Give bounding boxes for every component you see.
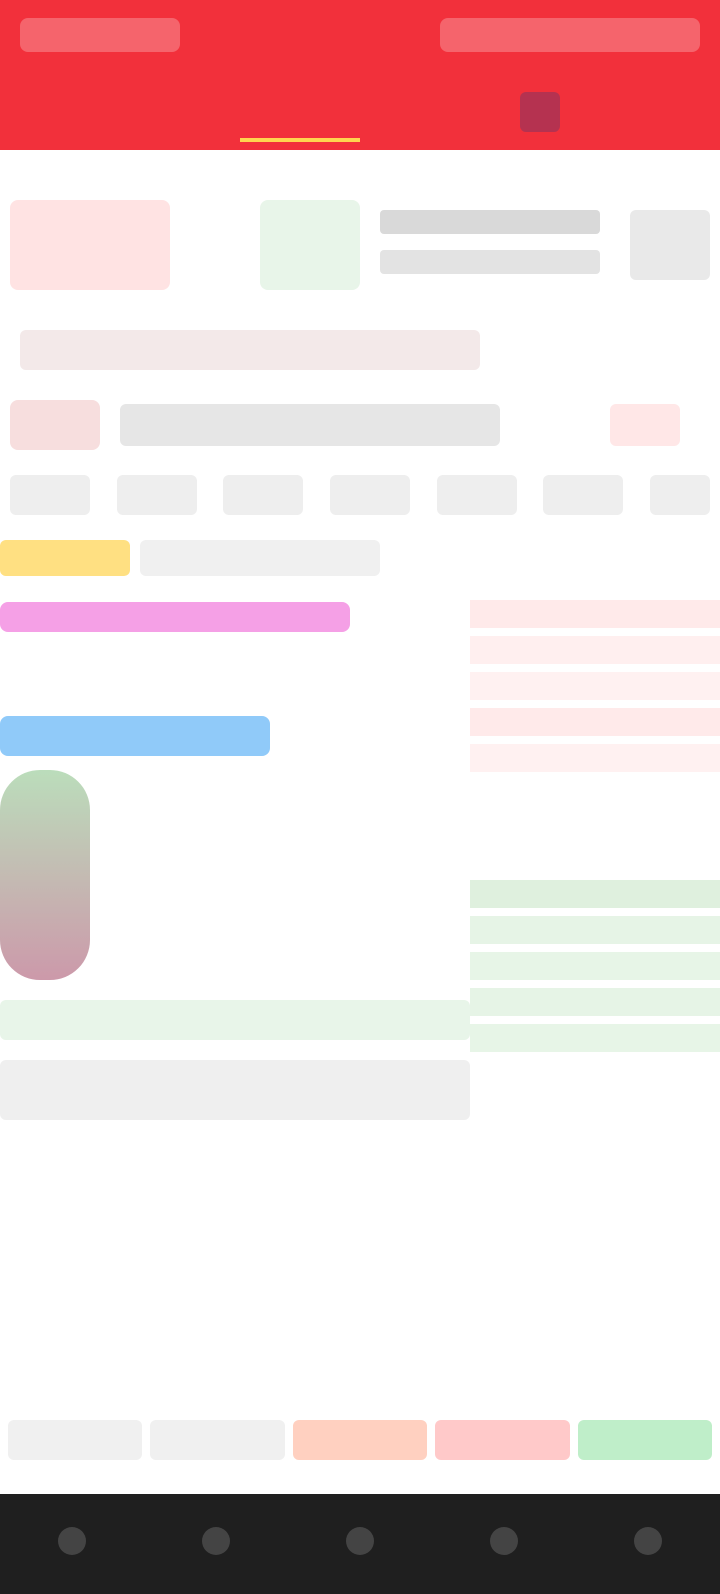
current-price <box>10 200 170 290</box>
bottom-actions <box>0 1420 720 1470</box>
price-change <box>260 200 360 290</box>
action-1[interactable] <box>8 1420 143 1460</box>
chart-band-pink <box>0 602 350 632</box>
chart-band-blue <box>0 716 270 756</box>
order-row-8 <box>470 952 720 980</box>
action-5[interactable] <box>577 1420 713 1460</box>
header-title <box>20 18 180 52</box>
timeframe-7[interactable] <box>649 475 710 515</box>
nav-item-5[interactable] <box>576 1494 720 1594</box>
nav-item-4[interactable] <box>432 1494 576 1594</box>
order-row-6 <box>470 880 720 908</box>
timeframe-6[interactable] <box>543 475 624 515</box>
order-row-10 <box>470 1024 720 1052</box>
timeframe-2[interactable] <box>116 475 197 515</box>
timeframe-5[interactable] <box>436 475 517 515</box>
home-icon <box>58 1527 86 1555</box>
stock-logo <box>10 400 100 450</box>
stock-code-row <box>0 390 720 460</box>
profile-icon <box>634 1527 662 1555</box>
chart-legend <box>0 1060 470 1120</box>
header-top-row <box>0 0 720 70</box>
action-2[interactable] <box>150 1420 285 1460</box>
timeframe-3[interactable] <box>223 475 304 515</box>
stock-title <box>20 330 480 370</box>
metric-3 <box>630 210 710 280</box>
tab-5[interactable] <box>480 82 600 142</box>
chart-line <box>0 770 90 980</box>
timeframe-tabs <box>0 475 720 535</box>
timeframe-1[interactable] <box>10 475 90 515</box>
nav-item-1[interactable] <box>0 1494 144 1594</box>
bottom-navigation <box>0 1494 720 1594</box>
nav-bar <box>0 1494 720 1594</box>
metric-2 <box>380 250 600 274</box>
order-row-5 <box>470 744 720 772</box>
action-4[interactable] <box>435 1420 570 1460</box>
chart-icon <box>346 1527 374 1555</box>
order-row-4 <box>470 708 720 736</box>
chart-bar-green <box>0 1000 470 1040</box>
tab-1[interactable] <box>0 82 120 142</box>
nav-item-3[interactable] <box>288 1494 432 1594</box>
order-row-3 <box>470 672 720 700</box>
tab-2[interactable] <box>120 82 240 142</box>
timeframe-4[interactable] <box>329 475 410 515</box>
tab-icon <box>520 92 560 132</box>
stock-code <box>120 404 500 446</box>
header-right-info <box>440 18 700 52</box>
order-book <box>470 600 720 1420</box>
header-tabs <box>0 82 720 142</box>
price-summary <box>0 190 720 320</box>
indicator-chip-1[interactable] <box>0 540 130 576</box>
order-row-2 <box>470 636 720 664</box>
tab-4[interactable] <box>360 82 480 142</box>
metric-1 <box>380 210 600 234</box>
stock-title-row <box>0 320 720 380</box>
indicator-chip-2[interactable] <box>140 540 380 576</box>
action-3[interactable] <box>292 1420 428 1460</box>
alert-button[interactable] <box>610 404 680 446</box>
app-header <box>0 0 720 150</box>
order-row-9 <box>470 988 720 1016</box>
tab-3-active[interactable] <box>240 82 360 142</box>
price-chart <box>0 590 470 1270</box>
order-row-1 <box>470 600 720 628</box>
tab-6[interactable] <box>600 82 720 142</box>
message-icon <box>490 1527 518 1555</box>
market-icon <box>202 1527 230 1555</box>
nav-item-2[interactable] <box>144 1494 288 1594</box>
order-row-7 <box>470 916 720 944</box>
